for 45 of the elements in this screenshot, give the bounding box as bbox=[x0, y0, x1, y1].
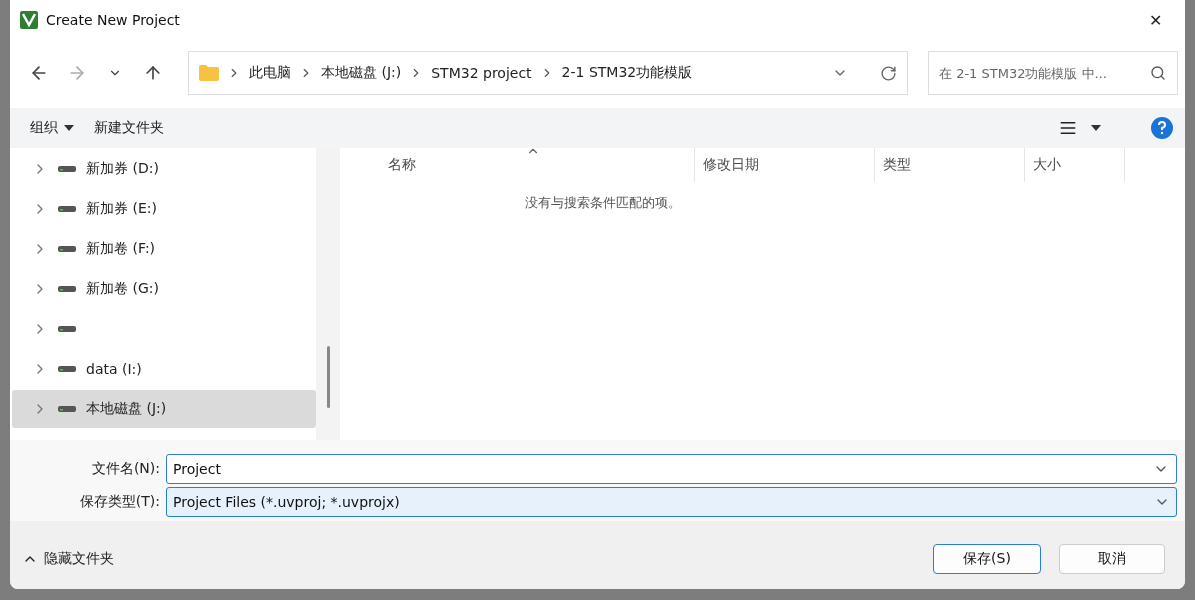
save-button[interactable]: 保存(S) bbox=[933, 544, 1041, 574]
app-logo-icon bbox=[20, 11, 38, 29]
breadcrumb-item[interactable]: 此电脑 bbox=[249, 64, 291, 82]
sidebar-item[interactable]: 新加券 (E:) bbox=[12, 190, 317, 228]
sidebar-item[interactable]: 新加券 (D:) bbox=[12, 150, 317, 188]
caret-icon bbox=[1091, 125, 1101, 131]
breadcrumb-item[interactable]: 2-1 STM32功能模版 bbox=[561, 64, 693, 82]
sidebar-item[interactable]: 新加卷 (G:) bbox=[12, 270, 317, 308]
file-name-field[interactable]: Project bbox=[166, 454, 1177, 484]
drive-icon bbox=[58, 245, 76, 253]
sidebar-item[interactable]: data (I:) bbox=[12, 350, 317, 388]
caret-icon bbox=[64, 125, 74, 131]
column-header[interactable]: 修改日期 bbox=[695, 148, 875, 182]
refresh-icon[interactable] bbox=[880, 64, 897, 82]
view-menu-button[interactable] bbox=[1059, 119, 1101, 137]
cancel-button[interactable]: 取消 bbox=[1059, 544, 1165, 574]
file-type-select[interactable]: Project Files (*.uvproj; *.uvprojx) bbox=[166, 487, 1177, 517]
drive-icon bbox=[58, 285, 76, 293]
scrollbar[interactable] bbox=[316, 148, 340, 440]
breadcrumb-item[interactable]: 本地磁盘 (J:) bbox=[321, 64, 402, 82]
drive-icon bbox=[58, 365, 76, 373]
organize-menu-button[interactable]: 组织 bbox=[30, 119, 74, 137]
drive-icon bbox=[58, 405, 76, 413]
close-button[interactable]: ✕ bbox=[1135, 4, 1175, 36]
breadcrumb-item[interactable]: STM32 project bbox=[431, 65, 532, 81]
folder-icon bbox=[199, 65, 219, 81]
drive-icon bbox=[58, 165, 76, 173]
drive-icon bbox=[58, 325, 76, 333]
column-header[interactable]: 类型 bbox=[875, 148, 1025, 182]
sidebar-item[interactable]: 本地磁盘 (J:) bbox=[12, 390, 317, 428]
field-label: 保存类型(T): bbox=[78, 493, 161, 511]
search-icon bbox=[1150, 65, 1166, 81]
new-folder-button[interactable]: 新建文件夹 bbox=[94, 119, 164, 137]
window-title: Create New Project bbox=[46, 12, 181, 28]
drive-icon bbox=[58, 205, 76, 213]
column-header[interactable]: 大小 bbox=[1025, 148, 1125, 182]
column-header[interactable]: 名称 bbox=[350, 148, 695, 182]
address-bar[interactable]: 此电脑 本地磁盘 (J:) STM32 project 2-1 STM32功能模版 bbox=[188, 51, 908, 95]
hide-folders-button[interactable]: 隐藏文件夹 bbox=[22, 550, 114, 568]
help-icon[interactable] bbox=[1151, 117, 1173, 139]
search-field[interactable]: 在 2-1 STM32功能模版 中... bbox=[928, 51, 1178, 95]
field-label: 文件名(N): bbox=[90, 460, 161, 478]
list-view-icon bbox=[1059, 119, 1077, 137]
sidebar-item[interactable]: 新加卷 (F:) bbox=[12, 230, 317, 268]
empty-message: 没有与搜索条件匹配的项。 bbox=[524, 194, 681, 212]
